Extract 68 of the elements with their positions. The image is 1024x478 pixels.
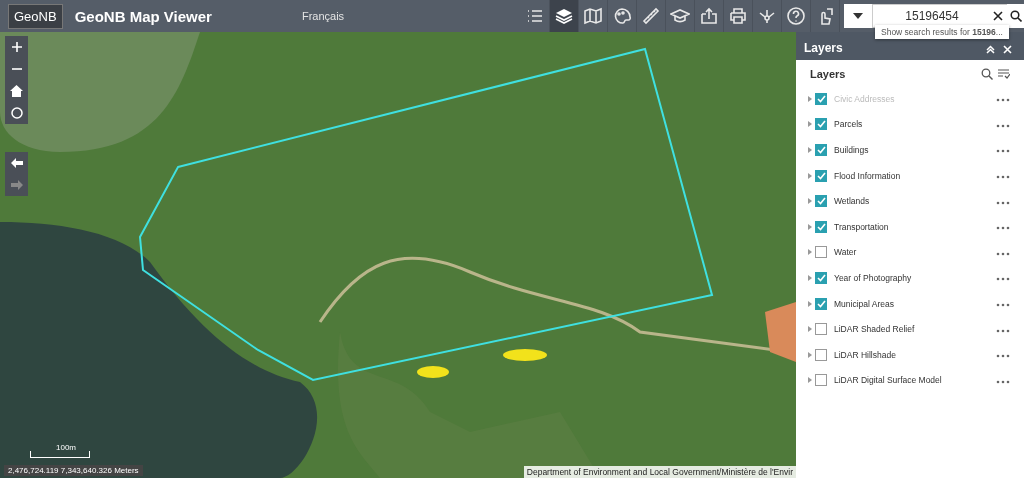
expand-caret-icon[interactable] [808, 172, 812, 179]
expand-caret-icon[interactable] [808, 147, 812, 153]
layers-heading: Layers [810, 68, 847, 80]
layer-checkbox[interactable] [815, 144, 827, 156]
layers-tool-button[interactable] [550, 0, 579, 32]
help-icon[interactable] [786, 6, 806, 26]
double-caret-up-icon[interactable] [986, 45, 995, 54]
layer-name: Year of Photography [834, 272, 913, 283]
layer-checkbox[interactable] [815, 220, 827, 233]
layer-checkbox[interactable] [815, 246, 827, 259]
layer-name: Parcels [834, 119, 864, 130]
print-icon[interactable] [728, 6, 748, 26]
layer-checkbox[interactable] [815, 348, 827, 361]
expand-caret-icon[interactable] [808, 223, 812, 230]
expand-caret-icon[interactable] [808, 121, 812, 128]
layer-name: LiDAR Digital Surface Model [834, 375, 943, 386]
layer-name: Flood Information [834, 170, 902, 181]
caret-icon[interactable] [853, 13, 863, 19]
expand-caret-icon[interactable] [808, 198, 812, 205]
expand-caret-icon[interactable] [808, 300, 812, 307]
panel-title: Layers [804, 41, 844, 55]
palette-icon[interactable] [612, 6, 632, 26]
expand-caret-icon[interactable] [808, 377, 812, 384]
attribution-text: Department of Environment and Local Government/Ministère de l'Envir [523, 466, 796, 478]
close-icon[interactable] [1003, 45, 1012, 54]
layer-name: Transportation [834, 221, 890, 232]
search-icon[interactable] [1009, 10, 1022, 22]
layer-checkbox[interactable] [815, 195, 827, 208]
ruler-icon[interactable] [641, 6, 661, 26]
layers-icon[interactable] [554, 6, 574, 26]
layer-checkbox[interactable] [815, 271, 827, 284]
search-field[interactable]: 15196454 [872, 4, 991, 28]
layer-checkbox[interactable] [815, 374, 827, 387]
expand-caret-icon[interactable] [808, 326, 812, 333]
expand-caret-icon[interactable] [808, 351, 812, 358]
expand-caret-icon[interactable] [808, 95, 812, 102]
clear-icon[interactable] [993, 11, 1003, 21]
aerial-map[interactable] [0, 32, 796, 478]
expand-caret-icon[interactable] [808, 249, 812, 256]
scale-label: 100m [56, 443, 76, 452]
app-logo: GeoNB [8, 3, 63, 29]
layer-name: LiDAR Shaded Relief [834, 324, 916, 335]
map-icon[interactable] [583, 6, 603, 26]
layer-name: Civic Addresses [834, 93, 896, 104]
minus-icon[interactable] [11, 68, 22, 70]
language-link[interactable]: Français [301, 10, 345, 22]
expand-caret-icon[interactable] [808, 274, 812, 281]
map-upload-icon[interactable] [699, 6, 719, 26]
layer-name: Wetlands [834, 196, 871, 207]
layer-checkbox[interactable] [815, 297, 827, 310]
layer-name: Buildings [834, 145, 870, 155]
filter-list-icon[interactable] [995, 68, 1012, 80]
home-icon[interactable] [10, 85, 23, 97]
search-button[interactable] [1007, 4, 1024, 28]
circle-icon[interactable] [10, 107, 23, 119]
search-suggestion-tooltip[interactable]: Show search results for 15196... [875, 25, 1009, 39]
layer-name: Municipal Areas [834, 298, 895, 309]
coordinates-readout: 2,476,724.119 7,343,640.326 Meters [4, 465, 143, 476]
back-arrow-icon[interactable] [10, 158, 23, 168]
layer-checkbox[interactable] [815, 118, 827, 131]
layer-checkbox[interactable] [815, 323, 827, 336]
layer-checkbox[interactable] [815, 169, 827, 182]
plus-icon[interactable] [11, 42, 22, 52]
layer-name: LiDAR Hillshade [834, 349, 897, 360]
app-title: GeoNB Map Viewer [74, 7, 212, 25]
search-scope-dropdown[interactable] [844, 4, 872, 28]
layer-name: Water [834, 247, 858, 258]
search-icon[interactable] [979, 68, 995, 80]
